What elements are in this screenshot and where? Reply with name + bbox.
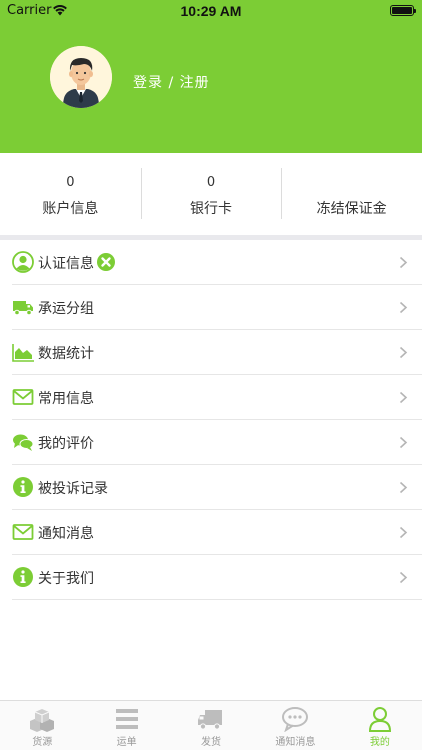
chat-bubble-icon bbox=[282, 707, 309, 732]
menu-item-label: 我的评价 bbox=[38, 436, 94, 452]
stat-frozen-deposit[interactable]: 冻结保证金 bbox=[281, 153, 422, 235]
tab-label: 发货 bbox=[201, 737, 222, 748]
truck-icon bbox=[198, 710, 223, 730]
clock: 10:29 AM bbox=[180, 3, 242, 19]
tab-label: 通知消息 bbox=[275, 737, 316, 748]
envelope-icon bbox=[12, 524, 34, 540]
stat-label: 账户信息 bbox=[42, 201, 99, 217]
profile-header: 登录 / 注册 bbox=[0, 22, 422, 153]
menu-item-label: 被投诉记录 bbox=[38, 481, 108, 497]
menu-item-common-info[interactable]: 常用信息 bbox=[0, 375, 422, 420]
stat-bank-card[interactable]: 0 银行卡 bbox=[140, 153, 282, 235]
chevron-right-icon bbox=[399, 481, 408, 494]
menu-item-statistics[interactable]: 数据统计 bbox=[0, 330, 422, 375]
menu-item-carrier-group[interactable]: 承运分组 bbox=[0, 285, 422, 330]
tab-cargo-source[interactable]: 货源 bbox=[0, 701, 84, 750]
avatar[interactable] bbox=[50, 46, 112, 108]
menu-item-label: 通知消息 bbox=[38, 526, 94, 542]
area-chart-icon bbox=[12, 344, 34, 362]
menu-list: 认证信息 承运分组 数据统计 常用信息 我的评价 被投诉记录 通知消息 关于我们 bbox=[0, 240, 422, 600]
chevron-right-icon bbox=[399, 526, 408, 539]
menu-item-label: 认证信息 bbox=[38, 256, 94, 272]
tab-notifications[interactable]: 通知消息 bbox=[253, 701, 337, 750]
chevron-right-icon bbox=[399, 436, 408, 449]
stat-label: 冻结保证金 bbox=[316, 201, 387, 217]
menu-item-label: 承运分组 bbox=[38, 301, 94, 317]
tab-mine[interactable]: 我的 bbox=[338, 701, 422, 750]
user-circle-icon bbox=[12, 251, 34, 273]
comments-icon bbox=[13, 434, 34, 451]
tab-label: 运单 bbox=[116, 737, 137, 748]
tab-bar: 货源 运单 发货 通知消息 我的 bbox=[0, 700, 422, 750]
truck-icon bbox=[13, 301, 33, 316]
status-bar: Carrier 10:29 AM bbox=[0, 0, 422, 22]
stat-value: 0 bbox=[66, 175, 75, 190]
menu-item-certification[interactable]: 认证信息 bbox=[0, 240, 422, 285]
chevron-right-icon bbox=[399, 346, 408, 359]
menu-item-label: 常用信息 bbox=[38, 391, 94, 407]
envelope-icon bbox=[12, 389, 34, 405]
tab-label: 我的 bbox=[369, 737, 390, 748]
tab-label: 货源 bbox=[32, 737, 53, 748]
list-icon bbox=[115, 709, 138, 729]
chevron-right-icon bbox=[399, 256, 408, 269]
tab-ship[interactable]: 发货 bbox=[169, 701, 253, 750]
menu-item-complaint-records[interactable]: 被投诉记录 bbox=[0, 465, 422, 510]
chevron-right-icon bbox=[399, 571, 408, 584]
info-circle-icon bbox=[13, 567, 33, 587]
menu-item-about-us[interactable]: 关于我们 bbox=[0, 555, 422, 600]
chevron-right-icon bbox=[399, 391, 408, 404]
boxes-icon bbox=[30, 709, 55, 732]
stat-account-info[interactable]: 0 账户信息 bbox=[0, 153, 141, 235]
menu-item-notifications[interactable]: 通知消息 bbox=[0, 510, 422, 555]
menu-item-label: 关于我们 bbox=[38, 571, 94, 587]
chevron-right-icon bbox=[399, 301, 408, 314]
avatar-person-icon bbox=[50, 46, 112, 108]
stat-value: 0 bbox=[206, 175, 216, 190]
close-circle-icon bbox=[97, 253, 115, 271]
battery-icon bbox=[390, 5, 416, 16]
menu-item-label: 数据统计 bbox=[38, 346, 94, 362]
account-stats: 0 账户信息 0 银行卡 冻结保证金 bbox=[0, 153, 422, 235]
menu-item-my-reviews[interactable]: 我的评价 bbox=[0, 420, 422, 465]
tab-waybill[interactable]: 运单 bbox=[84, 701, 168, 750]
login-register-link[interactable]: 登录 / 注册 bbox=[133, 72, 210, 92]
stat-label: 银行卡 bbox=[190, 201, 232, 217]
info-circle-icon bbox=[13, 477, 33, 497]
person-icon bbox=[368, 707, 391, 732]
